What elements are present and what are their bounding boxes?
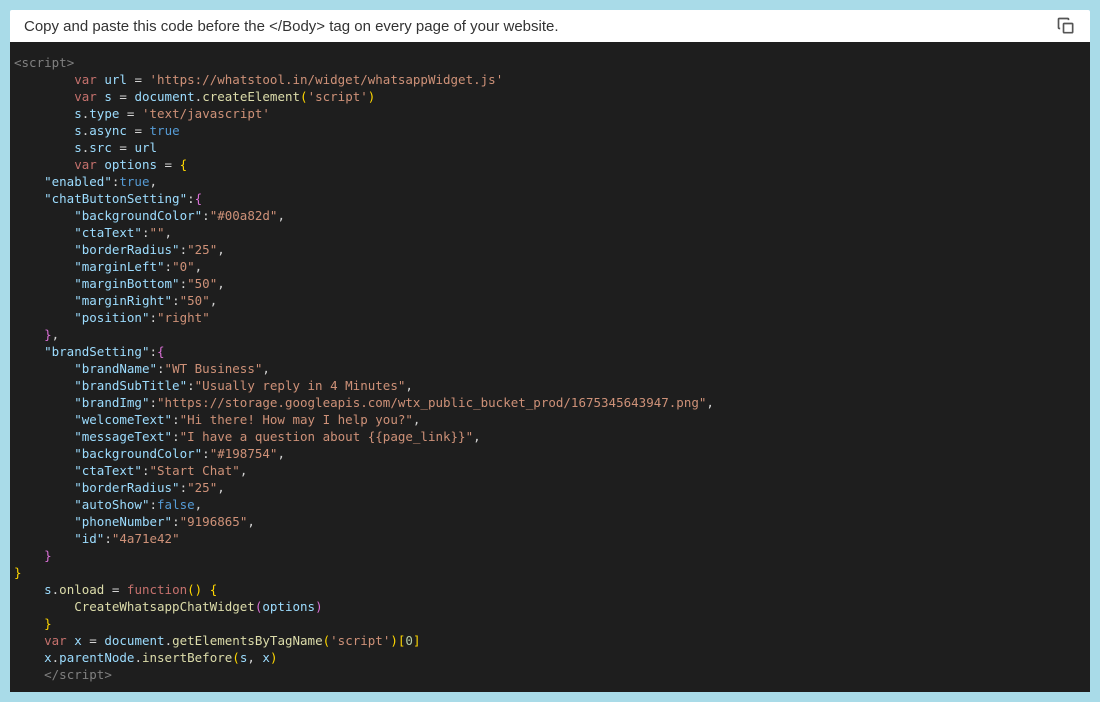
cb-ml: 0 bbox=[180, 259, 188, 274]
bs-sub: Usually reply in 4 Minutes bbox=[202, 378, 398, 393]
bs-msg: I have a question about {{page_link}} bbox=[187, 429, 465, 444]
header-instruction: Copy and paste this code before the </Bo… bbox=[24, 18, 559, 35]
code-snippet-container: Copy and paste this code before the </Bo… bbox=[10, 10, 1090, 692]
copy-icon[interactable] bbox=[1056, 16, 1076, 36]
cb-pos: right bbox=[165, 310, 203, 325]
bs-bg: #198754 bbox=[217, 446, 270, 461]
code-enabled: true bbox=[119, 174, 149, 189]
bs-cta: Start Chat bbox=[157, 463, 232, 478]
bs-name: WT Business bbox=[172, 361, 255, 376]
cb-mr: 50 bbox=[187, 293, 202, 308]
bs-phone: 9196865 bbox=[187, 514, 240, 529]
code-url: https://whatstool.in/widget/whatsappWidg… bbox=[157, 72, 496, 87]
bs-img: https://storage.googleapis.com/wtx_publi… bbox=[165, 395, 699, 410]
code-async: true bbox=[150, 123, 180, 138]
bs-auto: false bbox=[157, 497, 195, 512]
bs-br: 25 bbox=[195, 480, 210, 495]
header-bar: Copy and paste this code before the </Bo… bbox=[10, 10, 1090, 42]
cb-br: 25 bbox=[195, 242, 210, 257]
cb-bg: #00a82d bbox=[217, 208, 270, 223]
bs-id: 4a71e42 bbox=[119, 531, 172, 546]
code-block[interactable]: <script> var url = 'https://whatstool.in… bbox=[10, 42, 1090, 692]
cb-mb: 50 bbox=[195, 276, 210, 291]
bs-welcome: Hi there! How may I help you? bbox=[187, 412, 405, 427]
code-scripttype: text/javascript bbox=[150, 106, 263, 121]
